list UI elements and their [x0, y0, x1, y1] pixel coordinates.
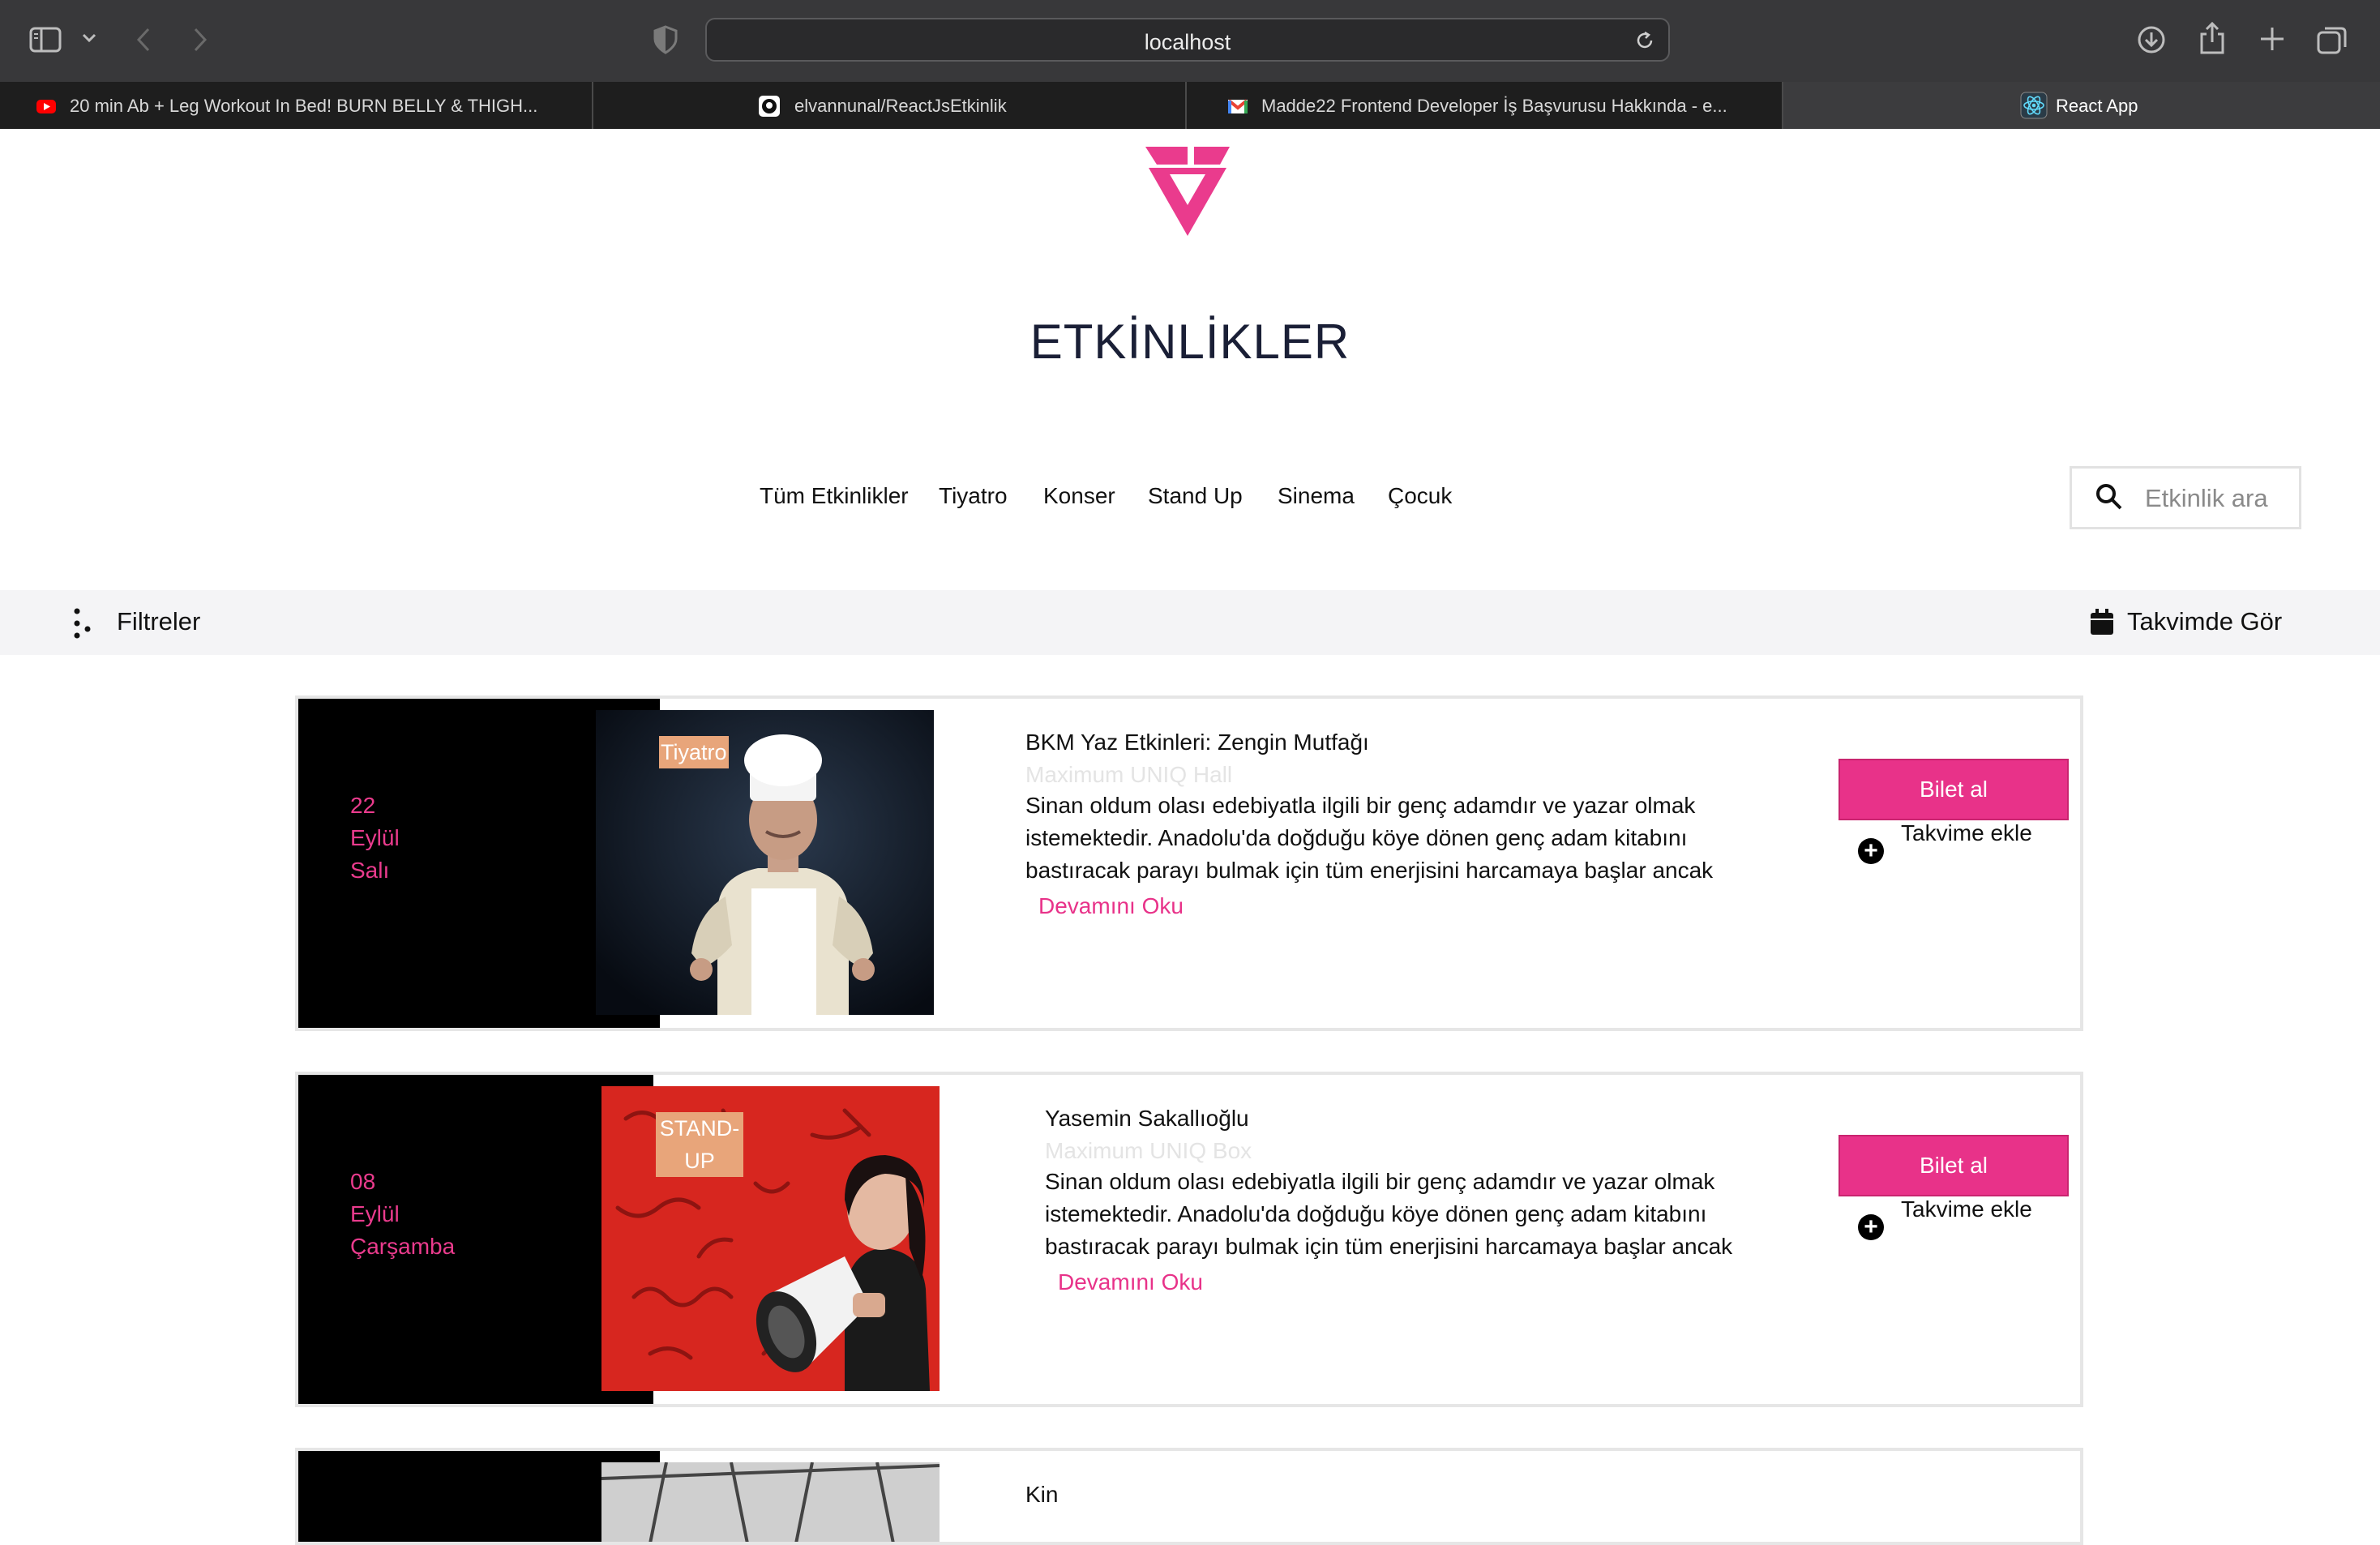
read-more-link[interactable]: Devamını Oku [1058, 1269, 1203, 1295]
github-icon [759, 96, 780, 117]
calendar-icon[interactable] [2090, 608, 2114, 636]
nav-item-standup[interactable]: Stand Up [1148, 483, 1243, 509]
browser-tab[interactable]: 20 min Ab + Leg Workout In Bed! BURN BEL… [0, 82, 593, 129]
nav-item-cinema[interactable]: Sinema [1278, 483, 1355, 509]
chevron-down-icon[interactable] [81, 32, 97, 44]
brand-logo[interactable] [1145, 147, 1230, 236]
page-content: ETKİNLİKLER Tüm Etkinlikler Tiyatro Kons… [0, 129, 2380, 1545]
event-image[interactable] [596, 710, 934, 1015]
event-description: Sinan oldum olası edebiyatla ilgili bir … [1025, 793, 1714, 883]
url-text: localhost [1144, 30, 1231, 54]
search-box [2070, 466, 2301, 529]
youtube-icon [36, 100, 56, 113]
event-image[interactable] [601, 1462, 940, 1543]
tab-bar: 20 min Ab + Leg Workout In Bed! BURN BEL… [0, 82, 2380, 129]
event-card: 08 Eylül Çarşamba STAND-UP Yasemin Sakal… [295, 1072, 2083, 1407]
tab-title: elvannunal/ReactJsEtkinlik [794, 96, 1007, 116]
filters-button[interactable]: Filtreler [117, 607, 200, 636]
event-card: Kin [295, 1448, 2083, 1545]
event-image[interactable] [601, 1086, 940, 1391]
event-weekday: Salı [350, 858, 390, 883]
browser-toolbar: localhost [0, 0, 2380, 82]
downloads-icon[interactable] [2137, 25, 2166, 54]
browser-tab-active[interactable]: React App [1783, 82, 2380, 129]
reload-icon[interactable] [1634, 30, 1655, 51]
event-date: 08 Eylül Çarşamba [350, 1166, 455, 1263]
address-bar[interactable]: localhost [705, 18, 1670, 62]
event-card: 22 Eylül Salı Tiyatro BKM Yaz Etkinleri:… [295, 695, 2083, 1031]
category-badge: STAND-UP [656, 1112, 743, 1177]
page-title: ETKİNLİKLER [1029, 315, 1351, 369]
search-input[interactable] [2143, 483, 2292, 514]
buy-ticket-button[interactable]: Bilet al [1839, 759, 2069, 820]
add-to-calendar-button[interactable]: Takvime ekle [1901, 820, 2032, 846]
tab-title: 20 min Ab + Leg Workout In Bed! BURN BEL… [70, 96, 538, 116]
forward-icon[interactable] [191, 27, 209, 53]
event-month: Eylül [350, 825, 400, 850]
event-weekday: Çarşamba [350, 1234, 456, 1259]
filter-bar: Filtreler Takvimde Gör [0, 590, 2380, 655]
new-tab-icon[interactable] [2258, 25, 2286, 53]
gmail-icon [1227, 99, 1248, 113]
nav-item-theatre[interactable]: Tiyatro [939, 483, 1008, 509]
add-to-calendar-button[interactable]: Takvime ekle [1901, 1196, 2032, 1222]
event-title[interactable]: BKM Yaz Etkinleri: Zengin Mutfağı [1025, 730, 1369, 755]
read-more-link[interactable]: Devamını Oku [1038, 893, 1184, 919]
plus-circle-icon[interactable]: + [1858, 1214, 1884, 1240]
search-icon [2096, 484, 2122, 510]
back-icon[interactable] [135, 27, 152, 53]
event-title[interactable]: Kin [1025, 1482, 1058, 1508]
nav-item-concert[interactable]: Konser [1043, 483, 1115, 509]
event-day: 22 [350, 793, 376, 818]
event-venue: Maximum UNIQ Hall [1025, 762, 1233, 787]
category-badge: Tiyatro [659, 736, 729, 768]
filters-icon[interactable] [71, 608, 92, 640]
tab-overview-icon[interactable] [2317, 25, 2348, 54]
tab-title: React App [2056, 96, 2138, 116]
plus-circle-icon[interactable]: + [1858, 838, 1884, 864]
event-month: Eylül [350, 1201, 400, 1226]
nav-item-all[interactable]: Tüm Etkinlikler [760, 483, 909, 509]
tab-title: Madde22 Frontend Developer İş Başvurusu … [1261, 96, 1727, 116]
event-title[interactable]: Yasemin Sakallıoğlu [1045, 1106, 1249, 1132]
event-day: 08 [350, 1169, 376, 1194]
sidebar-icon[interactable] [29, 27, 62, 53]
event-date: 22 Eylül Salı [350, 790, 400, 887]
react-icon [2020, 92, 2048, 119]
browser-tab[interactable]: elvannunal/ReactJsEtkinlik [593, 82, 1187, 129]
buy-ticket-button[interactable]: Bilet al [1839, 1135, 2069, 1196]
nav-item-kids[interactable]: Çocuk [1388, 483, 1452, 509]
share-icon[interactable] [2198, 21, 2226, 55]
calendar-view-button[interactable]: Takvimde Gör [2127, 607, 2282, 636]
date-panel: 08 Eylül Çarşamba [298, 1075, 653, 1404]
event-venue: Maximum UNIQ Box [1045, 1138, 1252, 1163]
privacy-shield-icon[interactable] [653, 25, 678, 54]
browser-tab[interactable]: Madde22 Frontend Developer İş Başvurusu … [1187, 82, 1783, 129]
event-description: Sinan oldum olası edebiyatla ilgili bir … [1045, 1169, 1733, 1259]
